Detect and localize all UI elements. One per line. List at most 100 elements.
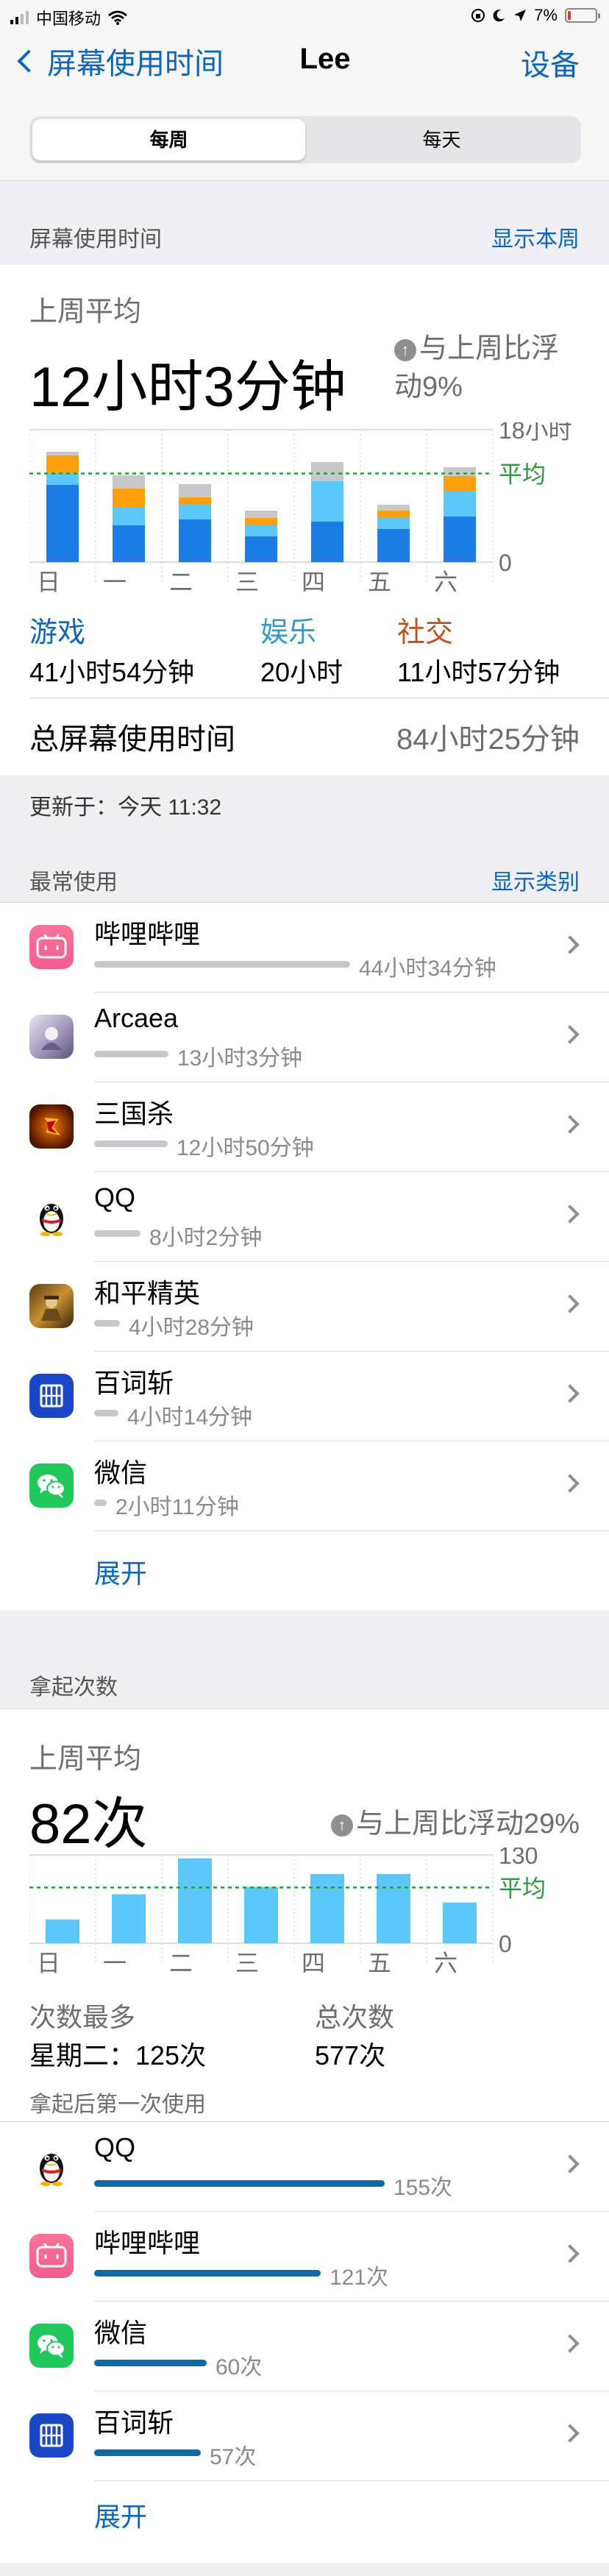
app-name: 哔哩哔哩 bbox=[94, 2228, 201, 2258]
y-zero-label: 0 bbox=[499, 1931, 512, 1957]
usage-bar bbox=[94, 1140, 168, 1147]
app-usage-value: 13小时3分钟 bbox=[177, 1046, 303, 1071]
arrow-up-circle-icon: ↑ bbox=[330, 1814, 353, 1837]
baicizhan-icon bbox=[29, 1374, 74, 1418]
category-social-value: 11小时57分钟 bbox=[397, 657, 560, 687]
app-usage-value: 4小时14分钟 bbox=[127, 1405, 253, 1430]
expand-button[interactable]: 展开 bbox=[94, 1553, 147, 1591]
bar-segment-社交 bbox=[444, 476, 476, 491]
bar-segment-其他 bbox=[46, 452, 79, 455]
app-usage-value: 121次 bbox=[330, 2265, 389, 2290]
location-icon bbox=[514, 10, 527, 21]
usage-bar bbox=[94, 1500, 107, 1506]
bar-segment-其他 bbox=[179, 484, 211, 497]
category-legend: 游戏 41小时54分钟 娱乐 20小时 社交 11小时57分钟 bbox=[29, 609, 588, 689]
bar bbox=[377, 1873, 410, 1943]
app-row-5[interactable]: 百词斩 4小时14分钟 bbox=[0, 1352, 609, 1441]
day-tick-label: 五 bbox=[368, 569, 391, 595]
bar-segment-其他 bbox=[311, 462, 343, 481]
day-tick-label: 二 bbox=[169, 1950, 193, 1976]
pickups-section-header: 拿起次数 bbox=[29, 1669, 580, 1701]
app-usage-value: 57次 bbox=[210, 2445, 257, 2469]
app-row-2[interactable]: 三国杀 12小时50分钟 bbox=[0, 1082, 609, 1172]
day-tick-label: 日 bbox=[37, 569, 60, 595]
moon-icon bbox=[493, 10, 505, 22]
app-name: Arcaea bbox=[94, 1003, 179, 1033]
show-categories-link[interactable]: 显示类别 bbox=[491, 864, 580, 896]
chevron-left-icon bbox=[17, 49, 40, 73]
usage-bar bbox=[94, 2180, 385, 2187]
app-usage-value: 2小时11分钟 bbox=[115, 1495, 239, 1519]
back-button[interactable]: 屏幕使用时间 bbox=[15, 40, 224, 82]
qq-icon bbox=[29, 1194, 74, 1238]
chevron-right-icon bbox=[560, 1204, 580, 1224]
bar bbox=[46, 1919, 79, 1943]
bar-segment-社交 bbox=[377, 511, 410, 518]
sanguosha-icon bbox=[29, 1104, 74, 1149]
day-tick-label: 一 bbox=[103, 569, 127, 595]
show-this-week-link[interactable]: 显示本周 bbox=[491, 221, 580, 253]
chevron-right-icon bbox=[560, 2154, 580, 2174]
screen-time-header: 屏幕使用时间 bbox=[29, 227, 162, 252]
bar bbox=[443, 1902, 477, 1943]
app-row-3[interactable]: QQ 8小时2分钟 bbox=[0, 1172, 609, 1262]
app-row-1[interactable]: Arcaea 13小时3分钟 bbox=[0, 993, 609, 1082]
battery-percent: 7% bbox=[534, 6, 558, 24]
bar-segment-游戏 bbox=[377, 529, 410, 562]
bar-segment-娱乐 bbox=[179, 505, 211, 519]
first-use-list: QQ 155次哔哩哔哩 121次微信 60次百词斩 57次展开 bbox=[0, 2122, 609, 2563]
chevron-right-icon bbox=[560, 1474, 580, 1493]
wifi-icon bbox=[108, 10, 127, 25]
app-row-0[interactable]: QQ 155次 bbox=[0, 2122, 609, 2212]
chevron-right-icon bbox=[560, 1384, 580, 1403]
weekly-average-label: 上周平均 bbox=[29, 297, 142, 327]
qq-icon bbox=[29, 2144, 74, 2188]
divider bbox=[94, 2480, 609, 2481]
app-usage-value: 44小时34分钟 bbox=[359, 957, 496, 981]
average-label: 平均 bbox=[499, 1875, 546, 1901]
most-used-section-header: 最常使用 显示类别 bbox=[29, 864, 580, 896]
category-entertainment-value: 20小时 bbox=[260, 657, 343, 687]
arcaea-icon bbox=[29, 1015, 74, 1059]
weekly-change-text: 与上周比浮动9% bbox=[394, 333, 560, 402]
y-max-label: 18小时 bbox=[499, 422, 572, 444]
bar-segment-其他 bbox=[377, 505, 410, 511]
bar-segment-其他 bbox=[113, 475, 145, 489]
screen-time-section-header: 屏幕使用时间 显示本周 bbox=[29, 221, 580, 253]
expand-button[interactable]: 展开 bbox=[94, 2496, 147, 2534]
app-name: 微信 bbox=[94, 2318, 148, 2348]
app-usage-value: 12小时50分钟 bbox=[177, 1136, 314, 1160]
chevron-right-icon bbox=[560, 2424, 580, 2443]
app-row-1[interactable]: 哔哩哔哩 121次 bbox=[0, 2212, 609, 2302]
app-row-6[interactable]: 微信 2小时11分钟 bbox=[0, 1441, 609, 1531]
total-screen-time-label: 总屏幕使用时间 bbox=[29, 723, 235, 756]
pickups-chart: 日 一 二 三 四 五 六 平均 130 0 bbox=[29, 1848, 546, 1976]
bar-segment-游戏 bbox=[113, 525, 145, 562]
app-row-3[interactable]: 百词斩 57次 bbox=[0, 2391, 609, 2481]
segment-daily[interactable]: 每天 bbox=[305, 119, 578, 160]
app-usage-value: 60次 bbox=[216, 2355, 263, 2380]
app-name: 百词斩 bbox=[94, 2408, 174, 2438]
divider bbox=[94, 1530, 609, 1531]
screen-time-chart: 日 一 二 三 四 五 六 平均 18小时 0 bbox=[29, 422, 572, 595]
app-row-0[interactable]: 哔哩哔哩 44小时34分钟 bbox=[0, 903, 609, 993]
day-tick-label: 三 bbox=[235, 1950, 259, 1976]
y-zero-label: 0 bbox=[499, 550, 512, 576]
y-max-label: 130 bbox=[499, 1848, 538, 1869]
most-used-card: 哔哩哔哩 44小时34分钟 Arcaea 13小时3分钟三国杀 12小时50分钟 QQ 8小… bbox=[0, 903, 609, 1611]
app-usage-value: 8小时2分钟 bbox=[149, 1226, 263, 1250]
bar-segment-娱乐 bbox=[444, 491, 476, 517]
app-row-4[interactable]: 和平精英 4小时28分钟 bbox=[0, 1262, 609, 1352]
segment-area: 每周 每天 bbox=[0, 93, 609, 181]
pickups-average-label: 上周平均 bbox=[29, 1744, 142, 1775]
category-games-name: 游戏 bbox=[29, 617, 86, 648]
devices-button[interactable]: 设备 bbox=[521, 41, 580, 84]
category-social-name: 社交 bbox=[397, 617, 454, 648]
pickups-header: 拿起次数 bbox=[29, 1675, 118, 1700]
weekly-average-value: 12小时3分钟 bbox=[29, 356, 346, 419]
pickups-change-text: 与上周比浮动29% bbox=[355, 1809, 580, 1839]
app-row-2[interactable]: 微信 60次 bbox=[0, 2302, 609, 2391]
bar-segment-娱乐 bbox=[311, 481, 343, 522]
bilibili-icon bbox=[29, 2234, 74, 2278]
segment-weekly[interactable]: 每周 bbox=[32, 119, 305, 160]
